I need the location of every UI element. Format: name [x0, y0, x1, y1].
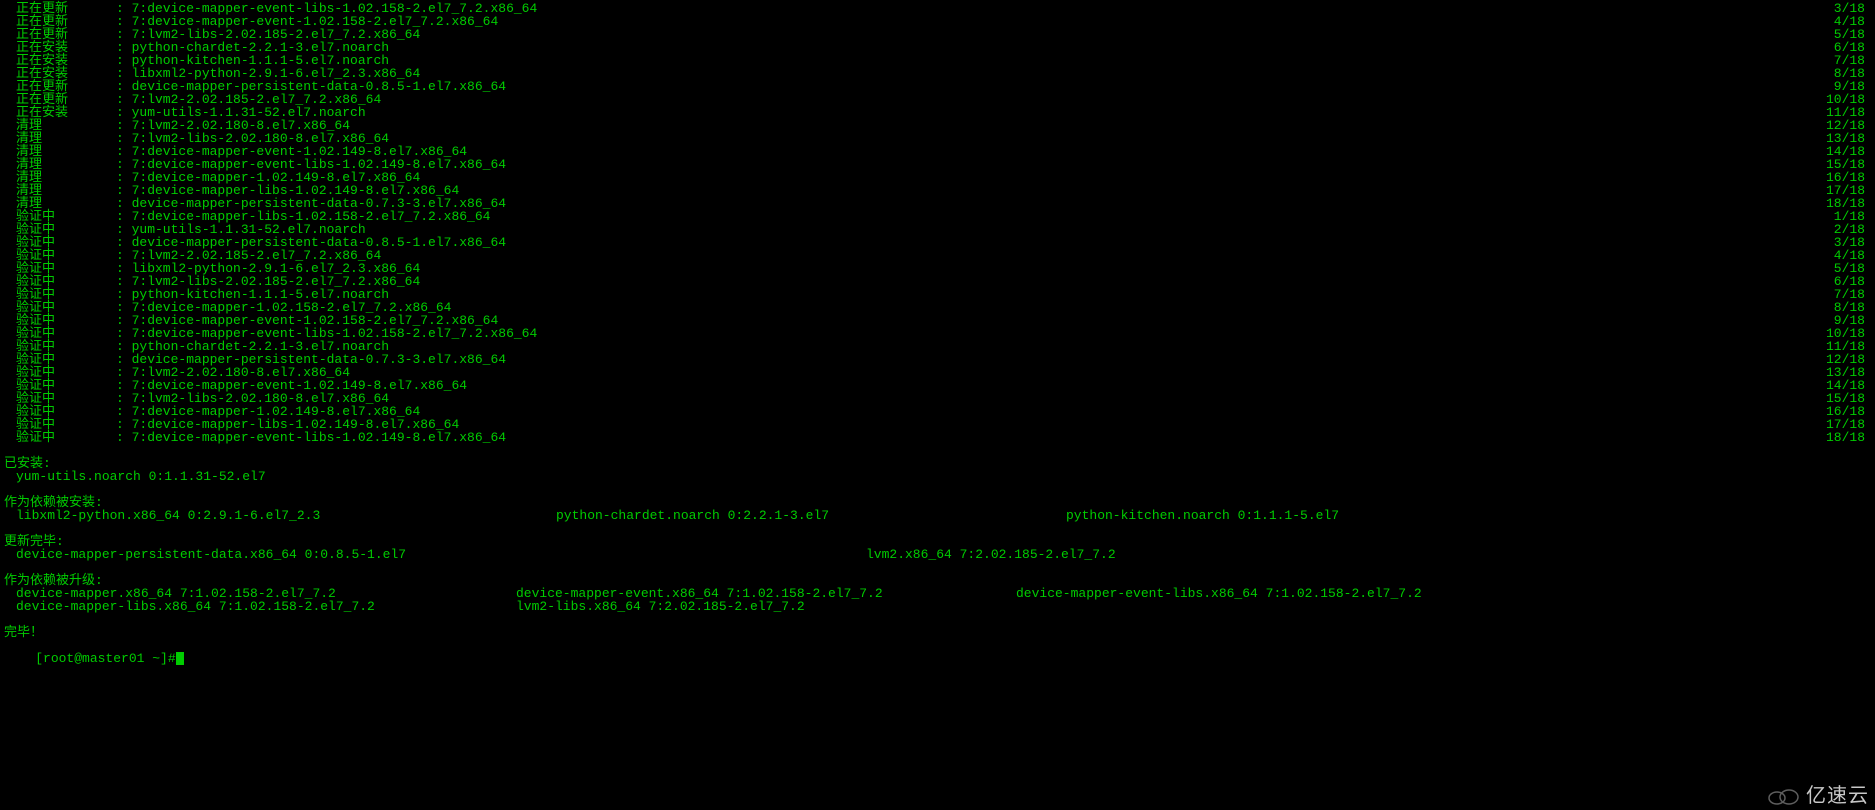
dep-upgraded-row: device-mapper-libs.x86_64 7:1.02.158-2.e…	[4, 600, 1871, 613]
blank-line	[4, 444, 1871, 457]
dep-installed-col3: python-kitchen.noarch 0:1.1.1-5.el7	[1066, 509, 1339, 522]
dep-upgraded-col1: device-mapper-libs.x86_64 7:1.02.158-2.e…	[16, 600, 516, 613]
done-message: 完毕！	[4, 626, 1871, 639]
dep-installed-col1: libxml2-python.x86_64 0:2.9.1-6.el7_2.3	[16, 509, 556, 522]
section-header-installed: 已安装:	[4, 457, 1871, 470]
updated-row: device-mapper-persistent-data.x86_64 0:0…	[4, 548, 1871, 561]
dep-installed-row: libxml2-python.x86_64 0:2.9.1-6.el7_2.3 …	[4, 509, 1871, 522]
package-name: : 7:device-mapper-event-libs-1.02.149-8.…	[116, 431, 506, 444]
progress-counter: 18/18	[1826, 431, 1871, 444]
cloud-icon	[1766, 786, 1800, 806]
blank-line	[4, 483, 1871, 496]
shell-prompt-line[interactable]: [root@master01 ~]#	[4, 639, 1871, 652]
cursor-icon	[176, 652, 184, 665]
watermark: 亿速云	[1760, 784, 1875, 808]
blank-line	[4, 522, 1871, 535]
terminal-output[interactable]: 正在更新: 7:device-mapper-event-libs-1.02.15…	[0, 0, 1875, 810]
dep-upgraded-col2: lvm2-libs.x86_64 7:2.02.185-2.el7_7.2	[516, 600, 1016, 613]
shell-prompt: [root@master01 ~]#	[35, 651, 175, 666]
blank-line	[4, 561, 1871, 574]
updated-col2: lvm2.x86_64 7:2.02.185-2.el7_7.2	[866, 548, 1116, 561]
dep-installed-col2: python-chardet.noarch 0:2.2.1-3.el7	[556, 509, 1066, 522]
blank-line	[4, 613, 1871, 626]
updated-col1: device-mapper-persistent-data.x86_64 0:0…	[16, 548, 866, 561]
progress-line: 验证中: 7:device-mapper-event-libs-1.02.149…	[4, 431, 1871, 444]
dep-upgraded-col3: device-mapper-event-libs.x86_64 7:1.02.1…	[1016, 587, 1422, 600]
status-label: 验证中	[16, 431, 116, 444]
installed-package: yum-utils.noarch 0:1.1.31-52.el7	[4, 470, 1871, 483]
watermark-text: 亿速云	[1806, 786, 1869, 806]
